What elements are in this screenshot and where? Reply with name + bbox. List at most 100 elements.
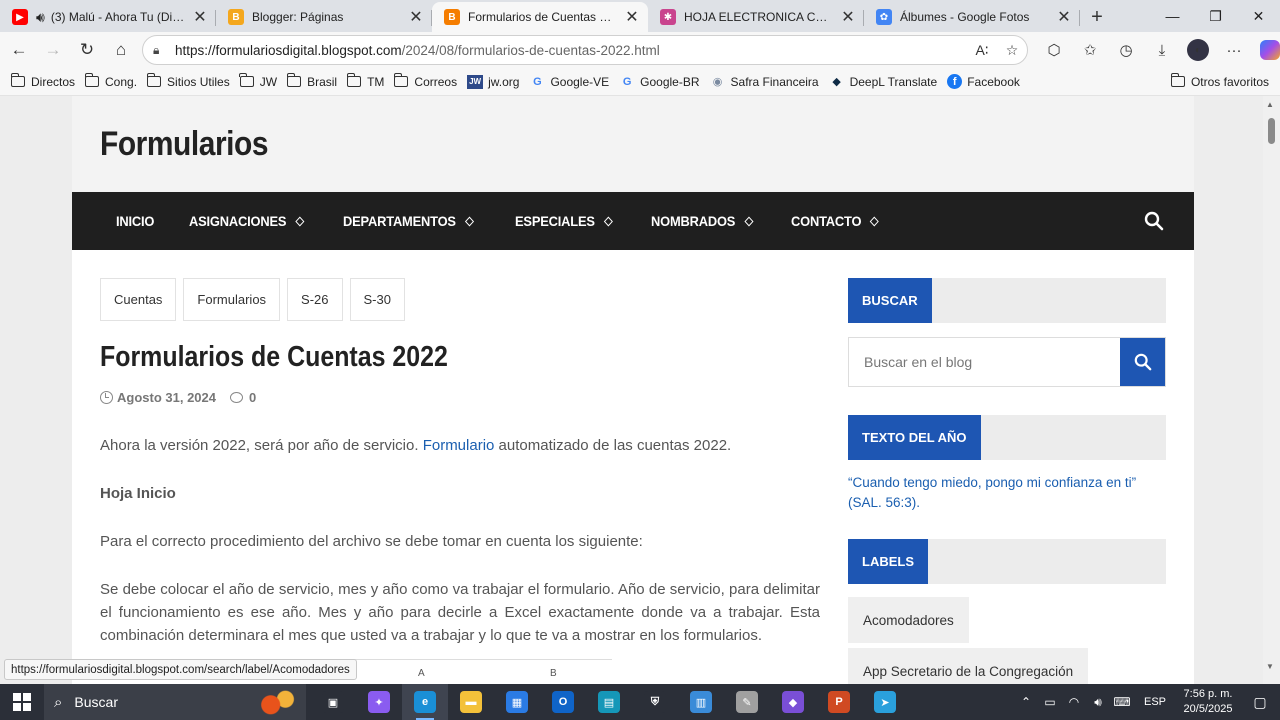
browser-tab[interactable]: ▶ 🔊︎ (3) Malú - Ahora Tu (Direct ✕ (0, 2, 216, 32)
post-date[interactable]: Agosto 31, 2024 (117, 390, 216, 405)
taskbar-app[interactable]: ▤ (586, 684, 632, 720)
copilot-icon[interactable] (1260, 40, 1280, 60)
profile-avatar[interactable]: ◐ (1187, 39, 1209, 61)
browser-tab[interactable]: B Formularios de Cuentas 2022 ✕ (432, 2, 648, 32)
favorites-icon[interactable]: ✩ (1072, 35, 1108, 65)
language-indicator[interactable]: ESP (1144, 696, 1166, 708)
taskbar-app[interactable]: ▬ (448, 684, 494, 720)
taskbar-clock[interactable]: 7:56 p. m. 20/5/2025 (1176, 687, 1240, 717)
restore-button[interactable]: ❐ (1194, 0, 1237, 32)
other-favorites[interactable]: Otros favoritos (1168, 70, 1276, 94)
taskbar-app[interactable]: ▦ (494, 684, 540, 720)
bookmark-facebook[interactable]: f Facebook (944, 70, 1027, 94)
label-link[interactable]: App Secretario de la Congregación (848, 648, 1089, 684)
taskbar-app[interactable]: O (540, 684, 586, 720)
blog-search-button[interactable] (1120, 338, 1165, 386)
site-info-icon[interactable]: 🔒︎ (153, 43, 171, 58)
label-link[interactable]: Acomodadores (848, 597, 969, 643)
folder-icon (10, 73, 25, 87)
downloads-icon[interactable]: ⤓ (1144, 35, 1180, 65)
bookmark-brasil[interactable]: Brasil (284, 70, 344, 94)
bookmark-jw-org[interactable]: JW jw.org (464, 70, 526, 94)
tag-link[interactable]: Formularios (183, 278, 281, 321)
battery-icon[interactable]: ▭ (1038, 695, 1062, 709)
keyboard-icon[interactable]: ⌨ (1110, 695, 1134, 709)
nav-nombrados[interactable]: NOMBRADOS (651, 213, 753, 229)
favorite-star-icon[interactable]: ☆ (997, 42, 1027, 59)
back-button[interactable]: ← (2, 35, 36, 65)
speaker-icon[interactable]: 🔊︎ (36, 9, 45, 26)
bookmark-directos[interactable]: Directos (8, 70, 82, 94)
chevron-up-icon[interactable]: ⌃ (1014, 695, 1038, 709)
tag-link[interactable]: Cuentas (100, 278, 177, 321)
browser-tab[interactable]: B Blogger: Páginas ✕ (216, 2, 432, 32)
taskbar-app[interactable]: ✎ (724, 684, 770, 720)
close-icon[interactable]: ✕ (192, 9, 208, 26)
search-icon[interactable] (1144, 211, 1164, 231)
folder-icon (84, 73, 100, 87)
browser-tab[interactable]: ✱ HOJA ELECTRONICA CUENTAS ✕ (648, 2, 864, 32)
bookmark-label: jw.org (488, 74, 520, 89)
more-menu-icon[interactable]: ··· (1216, 35, 1252, 65)
bookmark-correos[interactable]: Correos (391, 70, 464, 94)
minimize-button[interactable]: — (1151, 0, 1194, 32)
nav-especiales[interactable]: ESPECIALES (515, 213, 613, 229)
nav-inicio[interactable]: INICIO (116, 213, 154, 229)
close-icon[interactable]: ✕ (624, 9, 640, 26)
close-icon[interactable]: ✕ (840, 9, 856, 26)
taskbar-app[interactable]: ▥ (678, 684, 724, 720)
taskbar-app[interactable]: ✦ (356, 684, 402, 720)
task-view-icon: ▣ (322, 691, 344, 713)
page-scrollbar[interactable]: ▲ ▼ (1263, 96, 1280, 684)
bookmark-sitios-utiles[interactable]: Sitios Utiles (144, 70, 237, 94)
extensions-icon[interactable]: ⬡ (1036, 35, 1072, 65)
main-nav: INICIO ASIGNACIONES DEPARTAMENTOS ESPECIALE… (72, 192, 1194, 250)
taskbar-app[interactable]: ◆ (770, 684, 816, 720)
taskbar-app[interactable]: ➤ (862, 684, 908, 720)
taskbar-app[interactable]: ⛨ (632, 684, 678, 720)
scroll-down-icon[interactable]: ▼ (1266, 662, 1274, 671)
notifications-icon[interactable]: ▢ (1240, 694, 1280, 711)
window-controls: — ❐ ✕ (1151, 0, 1280, 32)
bookmark-google-ve[interactable]: G Google-VE (526, 70, 616, 94)
close-icon[interactable]: ✕ (1056, 9, 1072, 26)
close-window-button[interactable]: ✕ (1237, 0, 1280, 32)
taskbar-app[interactable]: e (402, 684, 448, 720)
new-tab-button[interactable]: + (1082, 2, 1112, 32)
formulario-link[interactable]: Formulario (423, 437, 495, 454)
tag-link[interactable]: S-30 (349, 278, 405, 321)
start-button[interactable] (0, 684, 44, 720)
read-aloud-icon[interactable]: A∶ (967, 42, 997, 59)
blog-page: Formularios INICIO ASIGNACIONES DEPARTAMEN… (72, 96, 1194, 684)
browser-tab[interactable]: ✿ Álbumes - Google Fotos ✕ (864, 2, 1080, 32)
tag-link[interactable]: S-26 (287, 278, 343, 321)
taskbar-search[interactable]: ⌕ Buscar (44, 684, 306, 720)
taskbar-apps: ▣ ✦ e ▬ ▦ O ▤ ⛨ ▥ ✎ ◆ P ➤ (310, 684, 908, 720)
close-icon[interactable]: ✕ (408, 9, 424, 26)
volume-icon[interactable]: 🔊︎ (1086, 695, 1110, 710)
home-button[interactable]: ⌂ (104, 35, 138, 65)
bookmark-tm[interactable]: TM (344, 70, 391, 94)
reload-button[interactable]: ↻ (70, 35, 104, 65)
wifi-icon[interactable]: ◠ (1062, 695, 1086, 709)
bookmark-jw[interactable]: JW (237, 70, 284, 94)
blog-search-input[interactable] (849, 338, 1120, 386)
nav-asignaciones[interactable]: ASIGNACIONES (189, 213, 304, 229)
taskbar-app[interactable]: ▣ (310, 684, 356, 720)
address-bar[interactable]: 🔒︎ https://formulariosdigital.blogspot.c… (142, 35, 1028, 65)
nav-departamentos[interactable]: DEPARTAMENTOS (343, 213, 475, 229)
bookmark-cong-[interactable]: Cong. (82, 70, 144, 94)
google-icon: G (622, 75, 632, 88)
site-title[interactable]: Formularios (100, 125, 269, 164)
history-icon[interactable]: ◷ (1108, 35, 1144, 65)
bookmark-safra-financeira[interactable]: ◉ Safra Financeira (707, 70, 826, 94)
scroll-up-icon[interactable]: ▲ (1266, 100, 1274, 109)
forward-button[interactable]: → (36, 35, 70, 65)
comment-count[interactable]: 0 (249, 390, 256, 405)
bookmark-deepl-translate[interactable]: ◆ DeepL Translate (826, 70, 945, 94)
bookmark-google-br[interactable]: G Google-BR (616, 70, 706, 94)
taskbar-app[interactable]: P (816, 684, 862, 720)
nav-contacto[interactable]: CONTACTO (791, 213, 880, 229)
url-text[interactable]: https://formulariosdigital.blogspot.com/… (175, 43, 967, 58)
scrollbar-thumb[interactable] (1268, 118, 1275, 144)
